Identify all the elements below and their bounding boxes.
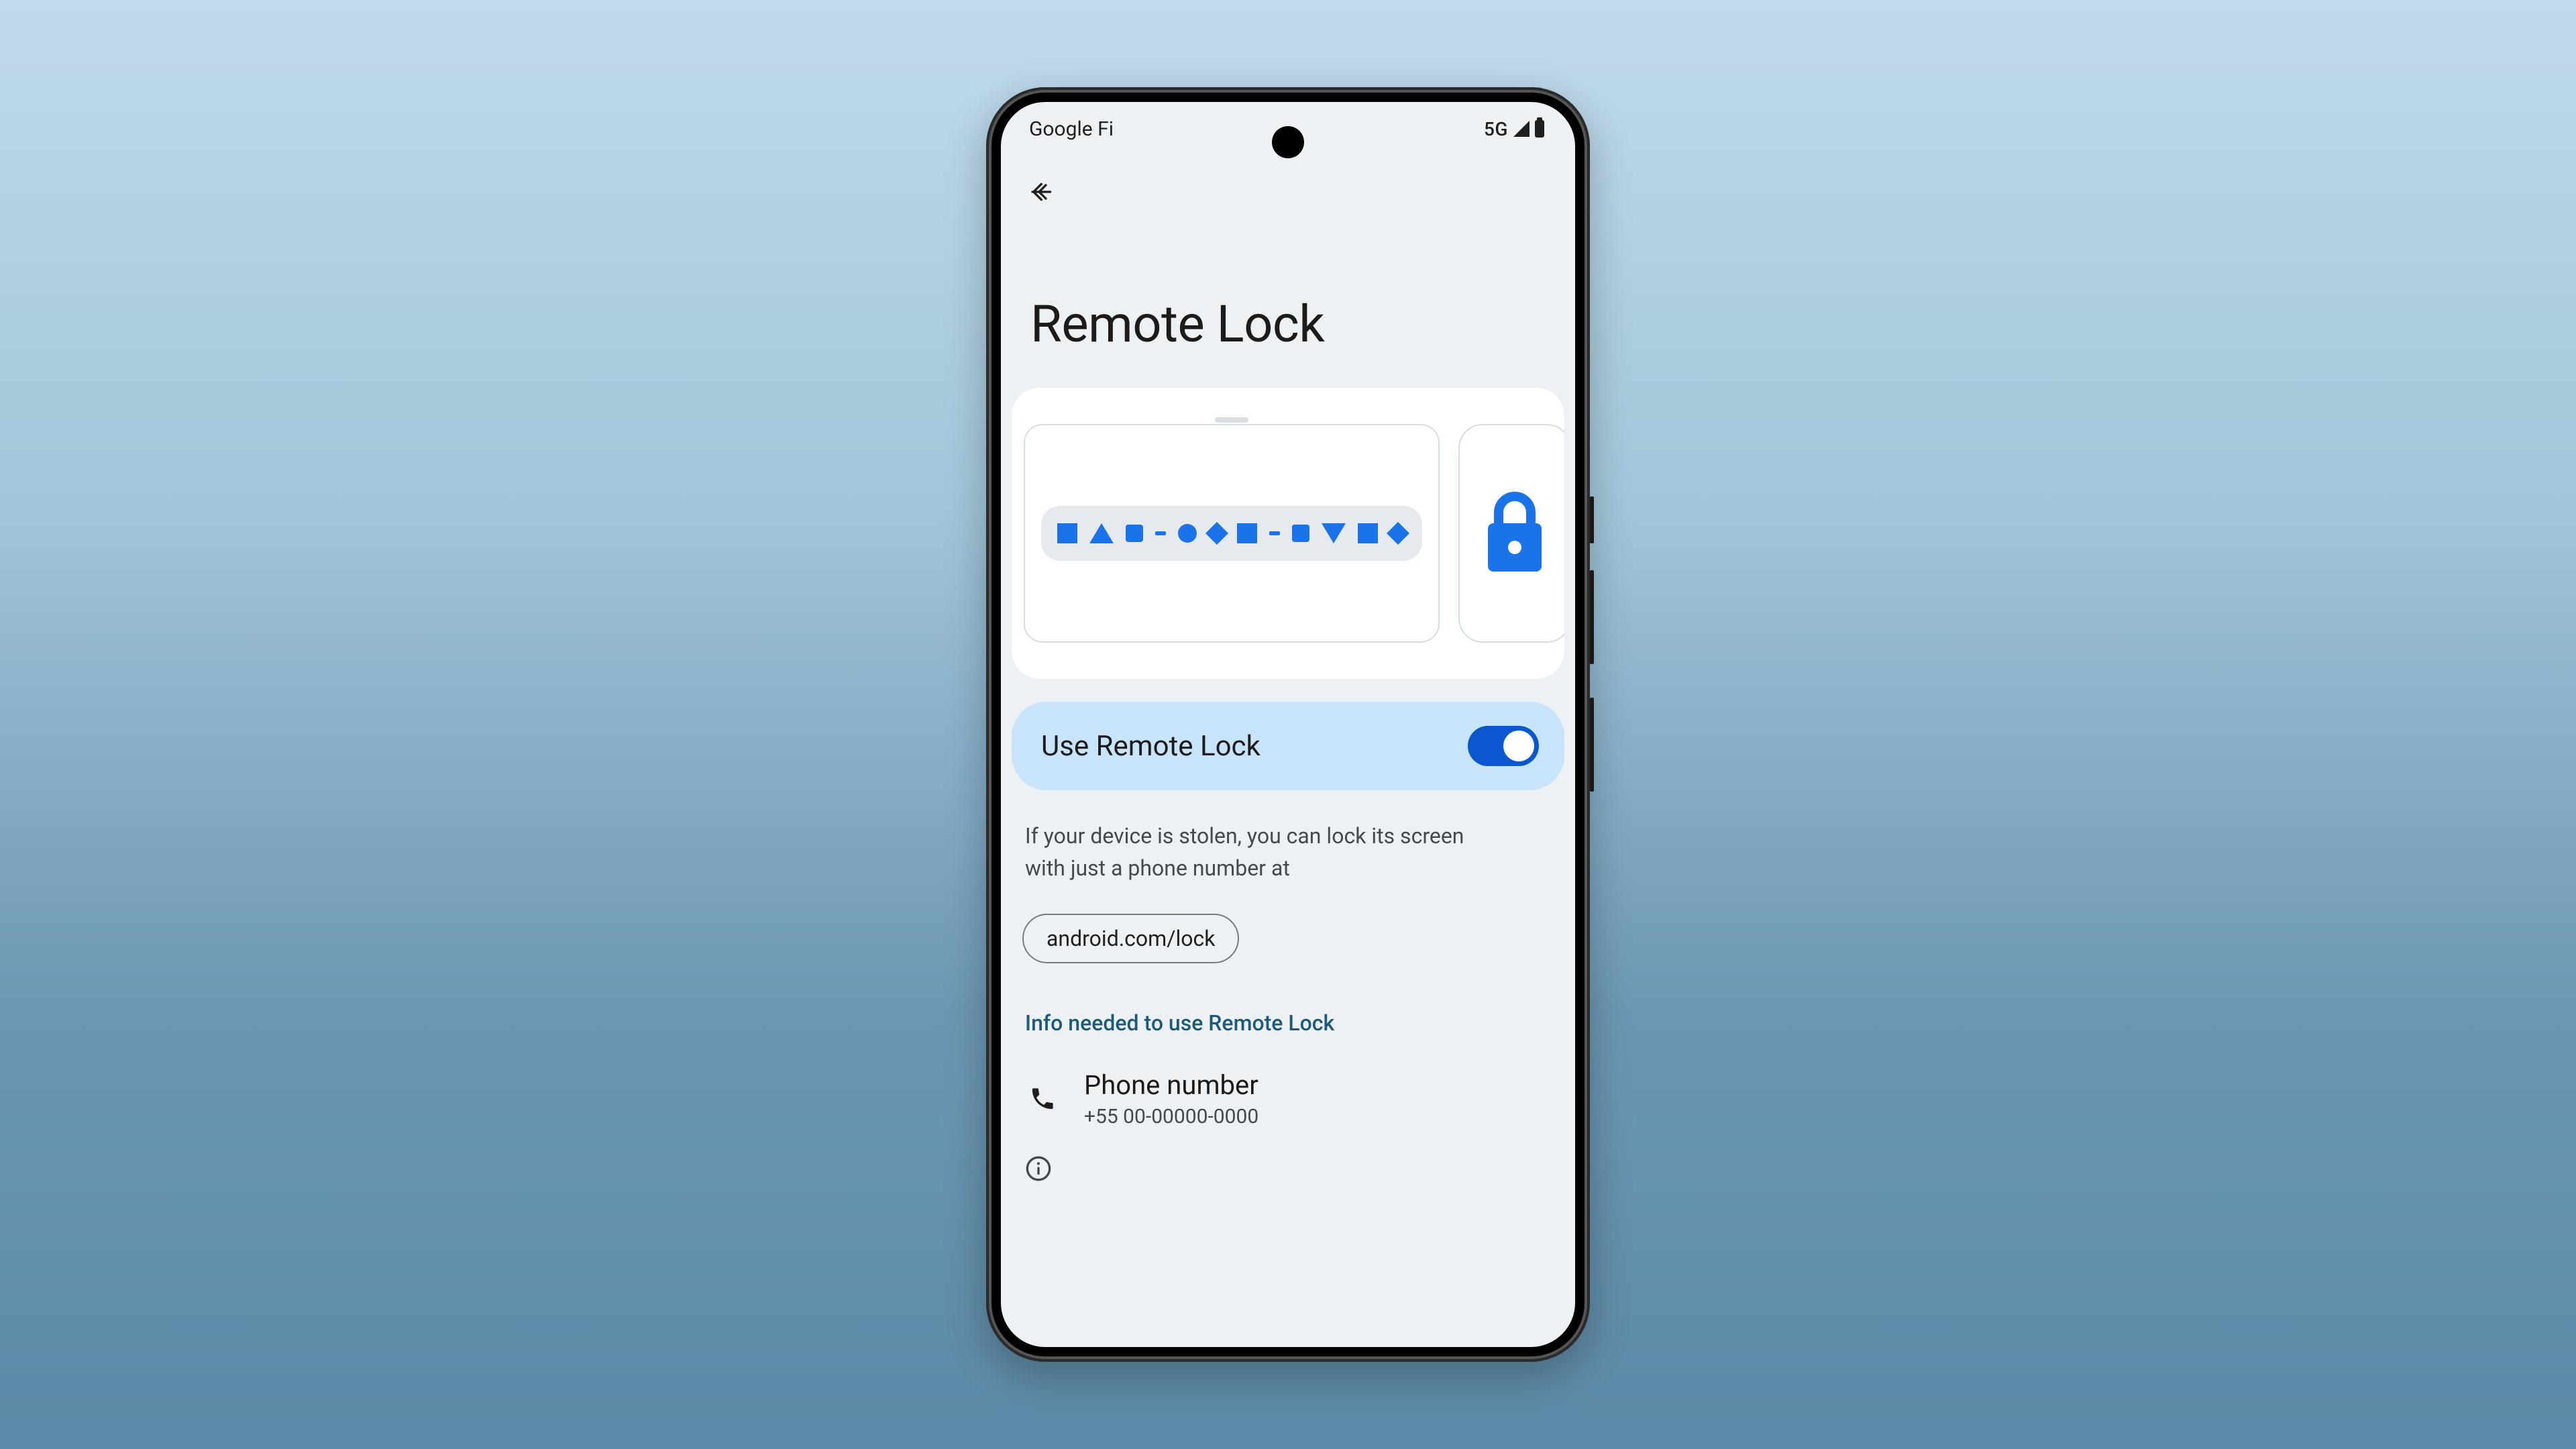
- phone-number-title: Phone number: [1084, 1069, 1258, 1101]
- remote-lock-toggle[interactable]: [1468, 726, 1539, 766]
- signal-icon: [1513, 121, 1529, 137]
- symbol-icon: [1089, 523, 1114, 543]
- screen: Google Fi 5G Remote Lock: [1001, 102, 1575, 1347]
- side-button: [1590, 496, 1594, 543]
- toggle-label: Use Remote Lock: [1041, 730, 1260, 763]
- password-pill: [1041, 506, 1422, 561]
- phone-number-row[interactable]: Phone number +55 00-00000-0000: [1012, 1069, 1564, 1152]
- battery-icon: [1535, 120, 1544, 138]
- front-camera: [1272, 126, 1304, 158]
- dash-icon: [1269, 531, 1280, 535]
- symbol-icon: [1237, 523, 1257, 543]
- page-title: Remote Lock: [1012, 213, 1564, 388]
- toggle-knob: [1503, 731, 1534, 761]
- lock-icon: [1483, 491, 1547, 576]
- hero-illustration: [1012, 388, 1564, 679]
- description-text: If your device is stolen, you can lock i…: [1012, 820, 1521, 884]
- symbol-icon: [1126, 525, 1143, 542]
- symbol-icon: [1358, 523, 1378, 543]
- symbol-icon: [1057, 523, 1077, 543]
- side-button: [1590, 698, 1594, 792]
- side-button: [1590, 570, 1594, 664]
- symbol-icon: [1387, 522, 1409, 545]
- info-icon: [1025, 1155, 1052, 1182]
- use-remote-lock-row[interactable]: Use Remote Lock: [1012, 702, 1564, 790]
- laptop-illustration: [1024, 424, 1440, 643]
- lock-url-chip[interactable]: android.com/lock: [1022, 914, 1239, 963]
- symbol-icon: [1322, 523, 1346, 543]
- section-label: Info needed to use Remote Lock: [1012, 1010, 1564, 1036]
- phone-frame: Google Fi 5G Remote Lock: [986, 87, 1590, 1362]
- back-button[interactable]: [1028, 177, 1057, 207]
- phone-illustration: [1458, 424, 1564, 643]
- symbol-icon: [1205, 522, 1228, 545]
- phone-number-value: +55 00-00000-0000: [1084, 1105, 1258, 1128]
- arrow-left-icon: [1029, 178, 1056, 205]
- symbol-icon: [1178, 524, 1197, 543]
- info-button[interactable]: [1012, 1152, 1564, 1187]
- dash-icon: [1155, 531, 1166, 535]
- carrier-label: Google Fi: [1029, 117, 1114, 141]
- network-label: 5G: [1484, 118, 1508, 140]
- status-icons: 5G: [1484, 118, 1544, 140]
- symbol-icon: [1292, 525, 1309, 542]
- phone-icon: [1028, 1085, 1057, 1112]
